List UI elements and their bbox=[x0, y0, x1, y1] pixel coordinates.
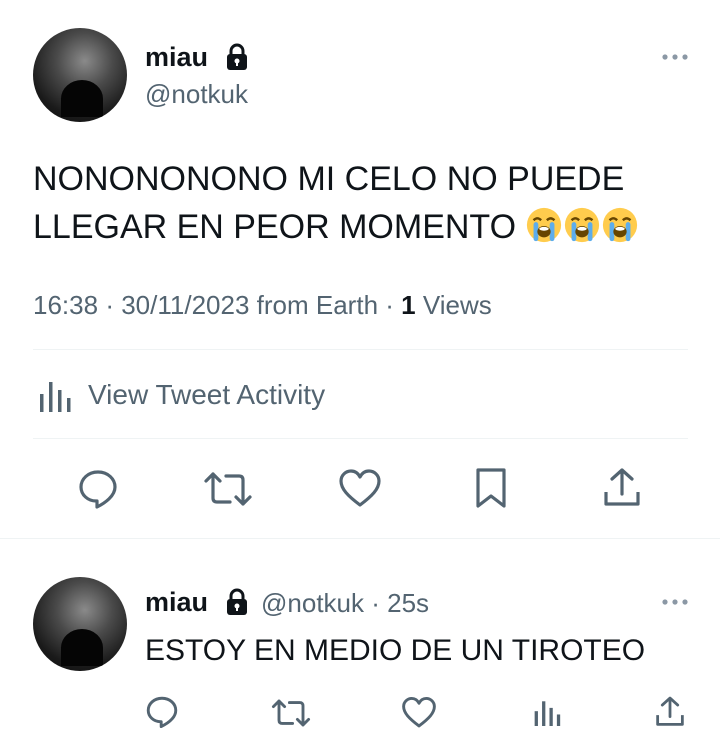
divider bbox=[33, 349, 688, 350]
view-tweet-activity-button[interactable]: View Tweet Activity bbox=[38, 376, 325, 414]
more-icon[interactable] bbox=[660, 50, 690, 69]
display-name[interactable]: miau bbox=[145, 42, 208, 73]
display-name[interactable]: miau bbox=[145, 587, 208, 618]
reply-handle-line: @notkuk · 25s bbox=[261, 588, 429, 619]
analytics-icon bbox=[40, 382, 71, 412]
divider bbox=[0, 538, 720, 539]
lock-icon bbox=[225, 588, 249, 621]
loudly-crying-face-icon bbox=[527, 207, 562, 243]
retweet-icon[interactable] bbox=[271, 696, 311, 735]
tweet-date[interactable]: 30/11/2023 bbox=[121, 290, 249, 320]
views-label: Views bbox=[422, 290, 492, 320]
tweet-meta: 16:38 · 30/11/2023 from Earth · 1 Views bbox=[33, 290, 492, 321]
like-icon[interactable] bbox=[338, 468, 382, 515]
divider bbox=[33, 438, 688, 439]
bookmark-icon[interactable] bbox=[474, 466, 508, 515]
views-count: 1 bbox=[401, 290, 416, 320]
crying-emoji-group bbox=[525, 207, 639, 246]
tweet-text: NONONONONO MI CELO NO PUEDE LLEGAR EN PE… bbox=[33, 155, 693, 251]
like-icon[interactable] bbox=[401, 696, 437, 735]
retweet-icon[interactable] bbox=[203, 468, 253, 515]
loudly-crying-face-icon bbox=[565, 207, 600, 243]
view-tweet-activity-label: View Tweet Activity bbox=[88, 379, 326, 410]
tweet-time[interactable]: 16:38 bbox=[33, 290, 98, 320]
avatar[interactable] bbox=[33, 28, 127, 122]
tweet-text: ESTOY EN MEDIO DE UN TIROTEO bbox=[145, 634, 646, 667]
share-icon[interactable] bbox=[602, 466, 642, 515]
reply-icon[interactable] bbox=[145, 695, 179, 734]
analytics-icon[interactable] bbox=[533, 696, 561, 733]
user-handle[interactable]: @notkuk bbox=[261, 588, 364, 618]
avatar[interactable] bbox=[33, 577, 127, 671]
loudly-crying-face-icon bbox=[603, 207, 638, 243]
meta-separator: · bbox=[371, 588, 380, 618]
tweet-age[interactable]: 25s bbox=[387, 588, 429, 618]
meta-separator: · bbox=[385, 290, 394, 320]
reply-icon[interactable] bbox=[77, 468, 119, 515]
meta-separator: · bbox=[105, 290, 114, 320]
share-icon[interactable] bbox=[654, 695, 686, 734]
lock-icon bbox=[225, 43, 249, 76]
tweet-source: from Earth bbox=[256, 290, 379, 320]
user-handle[interactable]: @notkuk bbox=[145, 79, 248, 110]
more-icon[interactable] bbox=[660, 595, 690, 614]
